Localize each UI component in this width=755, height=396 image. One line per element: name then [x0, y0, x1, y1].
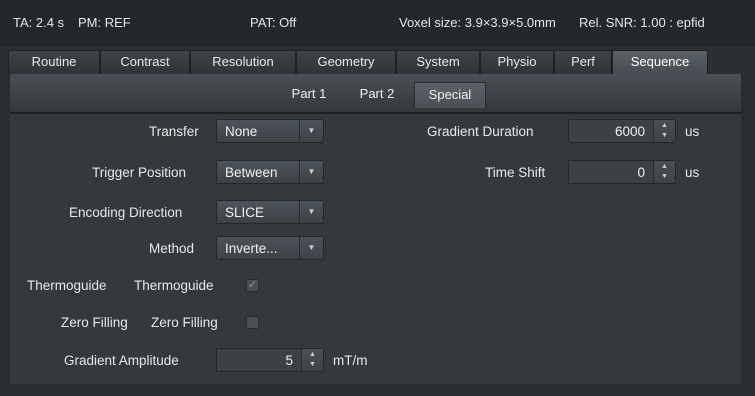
zero-filling-checkbox[interactable] — [246, 316, 259, 329]
subtab-special[interactable]: Special — [414, 82, 486, 108]
encoding-direction-value: SLICE — [225, 205, 265, 220]
method-label: Method — [149, 241, 195, 256]
acquisition-time: TA: 2.4 s — [13, 15, 65, 30]
chevron-down-icon: ▼ — [299, 120, 323, 142]
gradient-duration-value: 6000 — [614, 124, 645, 139]
tab-routine[interactable]: Routine — [8, 50, 100, 74]
subtab-part-2[interactable]: Part 2 — [346, 82, 408, 108]
tab-contrast[interactable]: Contrast — [100, 50, 190, 74]
gradient-duration-input[interactable]: 6000 ▲ ▼ — [568, 119, 676, 143]
gradient-duration-label: Gradient Duration — [427, 124, 534, 139]
transfer-value: None — [225, 124, 258, 139]
encoding-direction-label: Encoding Direction — [69, 205, 183, 220]
protocol-mode: PM: REF — [78, 15, 131, 30]
relative-snr: Rel. SNR: 1.00 : epfid — [579, 15, 705, 30]
spinner-icon[interactable]: ▲ ▼ — [653, 120, 675, 142]
trigger-position-label: Trigger Position — [92, 165, 187, 180]
gradient-amplitude-input[interactable]: 5 ▲ ▼ — [216, 348, 324, 372]
transfer-label: Transfer — [149, 124, 199, 139]
time-shift-value: 0 — [637, 165, 645, 180]
tab-perf[interactable]: Perf — [554, 50, 612, 74]
method-dropdown[interactable]: Inverte... ▼ — [216, 236, 324, 260]
chevron-down-icon: ▼ — [299, 161, 323, 183]
status-bar: TA: 2.4 s PM: REF PAT: Off Voxel size: 3… — [0, 0, 755, 46]
zero-filling-label: Zero Filling — [61, 315, 128, 330]
zero-filling-checkbox-label: Zero Filling — [151, 315, 218, 330]
subtab-part-1[interactable]: Part 1 — [278, 82, 340, 108]
spinner-icon[interactable]: ▲ ▼ — [653, 161, 675, 183]
tab-resolution[interactable]: Resolution — [190, 50, 296, 74]
time-shift-unit: us — [685, 165, 700, 180]
gradient-amplitude-label: Gradient Amplitude — [64, 353, 179, 368]
special-settings-panel — [10, 114, 741, 384]
tab-geometry[interactable]: Geometry — [296, 50, 396, 74]
chevron-down-icon: ▼ — [299, 201, 323, 223]
spinner-icon[interactable]: ▲ ▼ — [301, 349, 323, 371]
thermoguide-checkbox[interactable]: ✓ — [246, 279, 259, 292]
gradient-amplitude-value: 5 — [285, 353, 293, 368]
checkmark-icon: ✓ — [247, 279, 258, 291]
thermoguide-label: Thermoguide — [27, 278, 107, 293]
time-shift-input[interactable]: 0 ▲ ▼ — [568, 160, 676, 184]
tab-physio[interactable]: Physio — [480, 50, 554, 74]
gradient-duration-unit: us — [685, 124, 700, 139]
sub-tabs: Part 1 Part 2 Special — [0, 74, 755, 114]
time-shift-label: Time Shift — [485, 165, 546, 180]
tab-sequence[interactable]: Sequence — [612, 50, 708, 74]
method-value: Inverte... — [225, 241, 278, 256]
main-tabs: Routine Contrast Resolution Geometry Sys… — [0, 46, 755, 74]
transfer-dropdown[interactable]: None ▼ — [216, 119, 324, 143]
gradient-amplitude-unit: mT/m — [333, 353, 368, 368]
pat-status: PAT: Off — [250, 15, 297, 30]
thermoguide-checkbox-label: Thermoguide — [134, 278, 214, 293]
encoding-direction-dropdown[interactable]: SLICE ▼ — [216, 200, 324, 224]
chevron-down-icon: ▼ — [299, 237, 323, 259]
voxel-size: Voxel size: 3.9×3.9×5.0mm — [399, 15, 556, 30]
trigger-position-value: Between — [225, 165, 278, 180]
trigger-position-dropdown[interactable]: Between ▼ — [216, 160, 324, 184]
tab-system[interactable]: System — [396, 50, 480, 74]
